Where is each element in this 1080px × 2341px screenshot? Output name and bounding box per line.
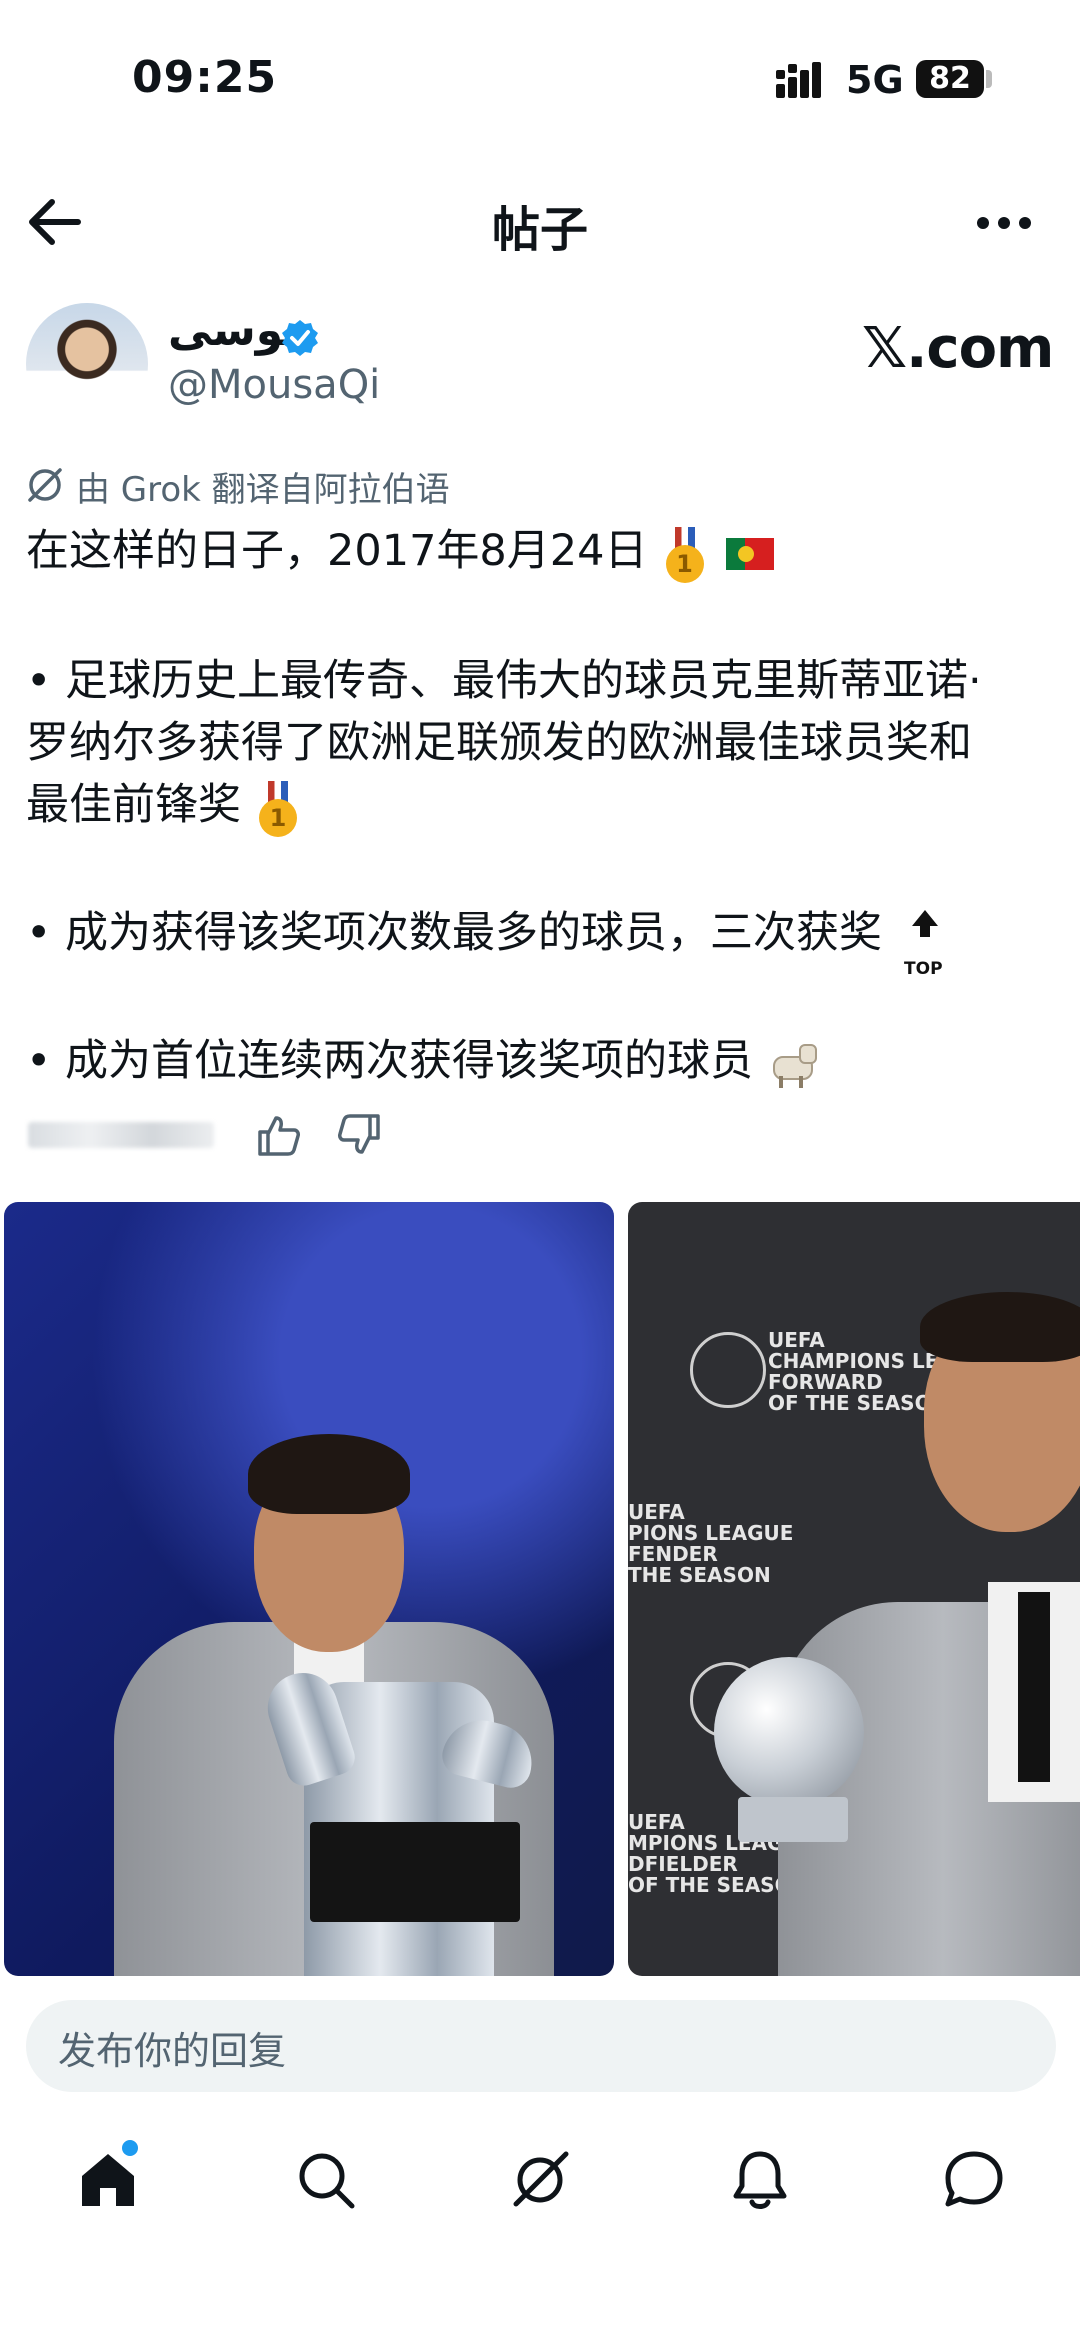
photo-figure-hair bbox=[248, 1434, 410, 1514]
post-photo[interactable]: UEFA CHAMPIONS LEAGUE FORWARD OF THE SEA… bbox=[628, 1202, 1080, 1976]
thumbs-up-icon[interactable] bbox=[256, 1112, 302, 1158]
post-text-line: • 足球历史上最传奇、最伟大的球员克里斯蒂亚诺· bbox=[26, 656, 982, 706]
medal-emoji: 1 bbox=[665, 526, 704, 583]
uefa-ball-logo bbox=[690, 1332, 766, 1408]
grok-icon[interactable] bbox=[508, 2148, 572, 2212]
wall-logo-text: UEFA PIONS LEAGUE FENDER THE SEASON bbox=[628, 1500, 794, 1587]
more-icon[interactable] bbox=[976, 214, 1032, 232]
portugal-flag-emoji bbox=[725, 537, 774, 570]
post-photo[interactable] bbox=[4, 1202, 614, 1976]
post-text-line: 罗纳尔多获得了欧洲足联颁发的欧洲最佳球员奖和 bbox=[26, 718, 972, 768]
site-logo: 𝕏.com bbox=[862, 316, 1054, 381]
signal-icon bbox=[776, 62, 821, 98]
translation-note[interactable]: 由 Grok 翻译自阿拉伯语 bbox=[76, 462, 450, 511]
home-icon[interactable] bbox=[76, 2148, 140, 2212]
page-title: 帖子 bbox=[491, 202, 588, 258]
trophy-base bbox=[738, 1797, 848, 1842]
translate-icon bbox=[28, 468, 62, 502]
ball-trophy bbox=[714, 1657, 864, 1807]
post-text: 在这样的日子，2017年8月24日 bbox=[26, 526, 648, 576]
bell-icon[interactable] bbox=[728, 2148, 792, 2212]
battery-tip bbox=[986, 70, 992, 88]
verified-icon bbox=[282, 320, 318, 356]
post-text-line: 在这样的日子，2017年8月24日 1 bbox=[26, 520, 774, 583]
battery-indicator: 82 bbox=[916, 60, 984, 98]
medal-number: 1 bbox=[665, 544, 704, 583]
trophy-base bbox=[310, 1822, 520, 1922]
post-text-line: 最佳前锋奖 1 bbox=[26, 774, 297, 837]
goat-emoji bbox=[769, 1040, 819, 1088]
post-text: 最佳前锋奖 bbox=[26, 780, 241, 830]
avatar[interactable] bbox=[26, 303, 148, 425]
notification-dot bbox=[122, 2140, 138, 2156]
top-arrow-emoji: TOP bbox=[904, 909, 946, 979]
photo-figure-tie bbox=[1018, 1592, 1050, 1782]
post-text: • 成为首位连续两次获得该奖项的球员 bbox=[26, 1036, 754, 1086]
blurred-rating-bar bbox=[28, 1122, 214, 1148]
medal-emoji: 1 bbox=[259, 780, 297, 837]
medal-number: 1 bbox=[259, 798, 297, 837]
status-time: 09:25 bbox=[132, 52, 278, 103]
thumbs-down-icon[interactable] bbox=[336, 1112, 382, 1158]
post-text: • 成为获得该奖项次数最多的球员，三次获奖 bbox=[26, 908, 883, 958]
network-type: 5G bbox=[846, 58, 904, 102]
search-icon[interactable] bbox=[294, 2148, 358, 2212]
top-badge-text: TOP bbox=[904, 958, 943, 979]
message-icon[interactable] bbox=[942, 2148, 1006, 2212]
photo-figure-hair bbox=[920, 1292, 1080, 1362]
reply-placeholder: 发布你的回复 bbox=[58, 2029, 287, 2073]
post-text-line: • 成为获得该奖项次数最多的球员，三次获奖 TOP bbox=[26, 902, 946, 979]
post-text-line: • 成为首位连续两次获得该奖项的球员 bbox=[26, 1030, 819, 1092]
author-handle[interactable]: @MousaQi bbox=[168, 362, 380, 408]
